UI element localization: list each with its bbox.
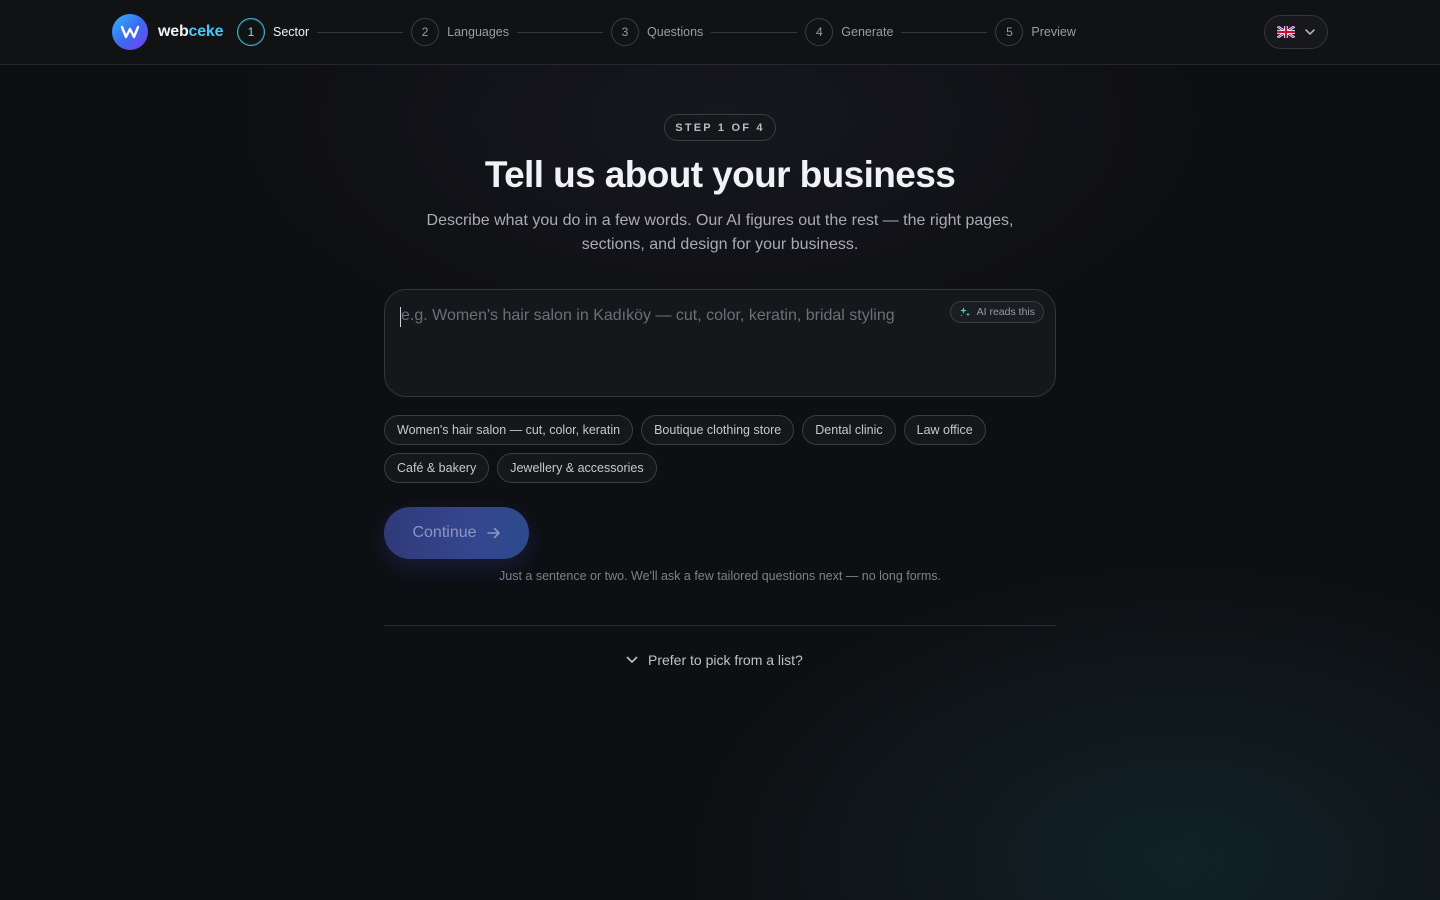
- step-generate[interactable]: 4 Generate: [805, 18, 893, 46]
- wizard-stepper: 1 Sector 2 Languages 3 Questions 4 Gener…: [237, 18, 1076, 46]
- business-description-box: AI reads this: [384, 289, 1056, 397]
- ai-reads-label: AI reads this: [976, 306, 1035, 318]
- brand-name: webceke: [158, 23, 224, 40]
- step-label: Questions: [647, 25, 704, 39]
- continue-button[interactable]: Continue: [384, 507, 529, 559]
- step-label: Sector: [273, 25, 310, 39]
- chevron-down-icon: [626, 656, 638, 663]
- text-cursor: [400, 307, 401, 327]
- arrow-right-icon: [486, 527, 500, 539]
- page-subtitle: Describe what you do in a few words. Our…: [426, 212, 1014, 253]
- step-connector: [711, 31, 798, 33]
- step-label: Languages: [447, 25, 510, 39]
- ai-reads-badge: AI reads this: [949, 301, 1044, 323]
- sparkle-icon: [959, 307, 970, 317]
- suggestion-chip-jewellery[interactable]: Jewellery & accessories: [497, 453, 657, 483]
- helper-hint: Just a sentence or two. We'll ask a few …: [499, 569, 941, 583]
- step-number: 3: [611, 18, 640, 46]
- top-bar: webceke 1 Sector 2 Languages 3 Questions…: [0, 0, 1440, 65]
- suggestion-chips: Women's hair salon — cut, color, keratin…: [384, 415, 1056, 483]
- step-number: 2: [411, 18, 440, 46]
- suggestion-chip-cafe[interactable]: Café & bakery: [384, 453, 490, 483]
- step-label: Preview: [1031, 25, 1076, 39]
- step-number: 4: [805, 18, 834, 46]
- step-number: 1: [237, 18, 265, 46]
- continue-label: Continue: [412, 524, 477, 541]
- pick-from-list-toggle[interactable]: Prefer to pick from a list?: [626, 649, 803, 671]
- chevron-down-icon: [1305, 29, 1315, 35]
- language-selector[interactable]: [1264, 15, 1328, 49]
- pick-from-list-label: Prefer to pick from a list?: [648, 652, 803, 668]
- step-badge: STEP 1 OF 4: [664, 114, 776, 141]
- step-sector[interactable]: 1 Sector: [237, 18, 309, 46]
- brand[interactable]: webceke: [112, 14, 224, 50]
- step-number: 5: [995, 18, 1024, 46]
- step-connector: [901, 31, 988, 33]
- suggestion-chip-hair-salon[interactable]: Women's hair salon — cut, color, keratin: [384, 415, 634, 445]
- page: webceke 1 Sector 2 Languages 3 Questions…: [0, 0, 1440, 900]
- step-connector: [317, 31, 404, 33]
- step-languages[interactable]: 2 Languages: [411, 18, 509, 46]
- suggestion-chip-boutique[interactable]: Boutique clothing store: [641, 415, 795, 445]
- step-preview[interactable]: 5 Preview: [995, 18, 1076, 46]
- suggestion-chip-dental[interactable]: Dental clinic: [802, 415, 896, 445]
- step-questions[interactable]: 3 Questions: [611, 18, 703, 46]
- uk-flag-icon: [1277, 26, 1295, 38]
- step-label: Generate: [841, 25, 894, 39]
- page-title: Tell us about your business: [484, 154, 956, 195]
- suggestion-chip-law[interactable]: Law office: [903, 415, 986, 445]
- divider: [384, 625, 1056, 626]
- webceke-logo-icon: [112, 14, 148, 50]
- step-connector: [517, 31, 604, 33]
